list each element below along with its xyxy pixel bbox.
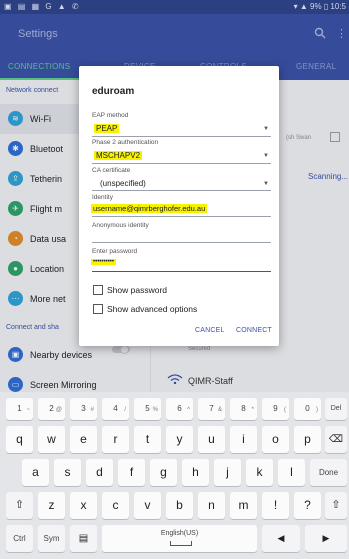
- status-bar: ▣ ▤ ▦ G ▲ ✆ ▾ ▲ 9% ▯ 10:5: [0, 0, 349, 14]
- identity-underline: [92, 216, 271, 217]
- key-j[interactable]: j: [214, 459, 241, 486]
- ca-certificate-select[interactable]: (unspecified): [100, 179, 146, 188]
- show-password-label[interactable]: Show password: [107, 285, 167, 295]
- key-2[interactable]: 2 @: [38, 398, 65, 420]
- arrow-left-icon: ◀: [277, 533, 285, 543]
- backspace-key[interactable]: ⌫: [325, 426, 347, 453]
- phase2-label: Phase 2 authentication: [92, 139, 159, 146]
- key-exclamation[interactable]: !: [262, 492, 289, 519]
- key-l[interactable]: l: [278, 459, 305, 486]
- key-b[interactable]: b: [166, 492, 193, 519]
- key-h[interactable]: h: [182, 459, 209, 486]
- key-y[interactable]: y: [166, 426, 193, 453]
- key-m[interactable]: m: [230, 492, 257, 519]
- onscreen-keyboard: 1 ~ 2 @ 3 # 4/ 5% 6 ^ 7 & 8 * 9( 0) Del q w e …: [0, 392, 349, 559]
- key-c[interactable]: c: [102, 492, 129, 519]
- key-e[interactable]: e: [70, 426, 97, 453]
- chevron-down-icon[interactable]: ▼: [263, 126, 269, 132]
- identity-field[interactable]: username@qimrberghofer.edu.au: [91, 204, 208, 213]
- key-z[interactable]: z: [38, 492, 65, 519]
- space-key-label: English(US): [160, 530, 199, 537]
- key-3[interactable]: 3 #: [70, 398, 97, 420]
- cursor-left-key[interactable]: ◀: [262, 525, 300, 552]
- key-8[interactable]: 8 *: [230, 398, 257, 420]
- key-9[interactable]: 9(: [262, 398, 289, 420]
- arrow-right-icon: ▶: [322, 533, 330, 543]
- key-s[interactable]: s: [54, 459, 81, 486]
- key-6[interactable]: 6 ^: [166, 398, 193, 420]
- anonymous-identity-field[interactable]: [92, 242, 271, 243]
- ctrl-key[interactable]: Ctrl: [6, 525, 33, 552]
- space-key[interactable]: English(US): [102, 525, 257, 552]
- sym-key[interactable]: Sym: [38, 525, 65, 552]
- clipboard-key[interactable]: ▤: [70, 525, 97, 552]
- key-i[interactable]: i: [230, 426, 257, 453]
- key-5[interactable]: 5%: [134, 398, 161, 420]
- key-k[interactable]: k: [246, 459, 273, 486]
- key-p[interactable]: p: [294, 426, 321, 453]
- key-7[interactable]: 7 &: [198, 398, 225, 420]
- dialog-title: eduroam: [92, 86, 135, 97]
- key-d[interactable]: d: [86, 459, 113, 486]
- shift-right-key[interactable]: ⇧: [325, 492, 347, 519]
- password-field[interactable]: ••••••••••: [91, 259, 117, 265]
- key-w[interactable]: w: [38, 426, 65, 453]
- key-1[interactable]: 1 ~: [6, 398, 33, 420]
- delete-key[interactable]: Del: [325, 398, 347, 420]
- shift-key[interactable]: ⇧: [6, 492, 33, 519]
- phase2-select[interactable]: MSCHAPV2: [94, 151, 143, 160]
- key-x[interactable]: x: [70, 492, 97, 519]
- shift-icon: ⇧: [14, 499, 25, 511]
- key-r[interactable]: r: [102, 426, 129, 453]
- eap-method-select[interactable]: PEAP: [94, 124, 120, 133]
- key-n[interactable]: n: [198, 492, 225, 519]
- identity-label: Identity: [92, 194, 113, 201]
- connect-button[interactable]: CONNECT: [236, 327, 272, 334]
- status-system-info: ▾ ▲ 9% ▯ 10:5: [293, 2, 346, 11]
- space-bar-icon: [170, 541, 192, 546]
- password-label: Enter password: [92, 248, 138, 255]
- key-f[interactable]: f: [118, 459, 145, 486]
- cursor-right-key[interactable]: ▶: [305, 525, 347, 552]
- show-advanced-checkbox[interactable]: [93, 304, 103, 314]
- key-t[interactable]: t: [134, 426, 161, 453]
- key-o[interactable]: o: [262, 426, 289, 453]
- key-0[interactable]: 0): [294, 398, 321, 420]
- key-4[interactable]: 4/: [102, 398, 129, 420]
- key-g[interactable]: g: [150, 459, 177, 486]
- chevron-down-icon[interactable]: ▼: [263, 153, 269, 159]
- anonymous-identity-label: Anonymous identity: [92, 222, 149, 229]
- key-q[interactable]: q: [6, 426, 33, 453]
- chevron-down-icon[interactable]: ▼: [263, 181, 269, 187]
- key-u[interactable]: u: [198, 426, 225, 453]
- key-v[interactable]: v: [134, 492, 161, 519]
- clipboard-icon: ▤: [78, 533, 89, 544]
- ca-certificate-label: CA certificate: [92, 167, 131, 174]
- shift-icon: ⇧: [331, 499, 341, 511]
- key-a[interactable]: a: [22, 459, 49, 486]
- status-notification-icons: ▣ ▤ ▦ G ▲ ✆: [4, 2, 81, 11]
- key-question[interactable]: ?: [294, 492, 321, 519]
- eap-method-label: EAP method: [92, 112, 129, 119]
- show-password-checkbox[interactable]: [93, 285, 103, 295]
- cancel-button[interactable]: CANCEL: [195, 327, 225, 334]
- eap-method-underline: [92, 136, 271, 137]
- done-key[interactable]: Done: [310, 459, 347, 486]
- ca-certificate-underline: [92, 190, 271, 191]
- backspace-icon: ⌫: [328, 434, 344, 445]
- password-underline: [92, 271, 271, 272]
- phase2-underline: [92, 163, 271, 164]
- show-advanced-label[interactable]: Show advanced options: [107, 304, 197, 314]
- eduroam-dialog: eduroam EAP method PEAP ▼ Phase 2 authen…: [79, 66, 279, 346]
